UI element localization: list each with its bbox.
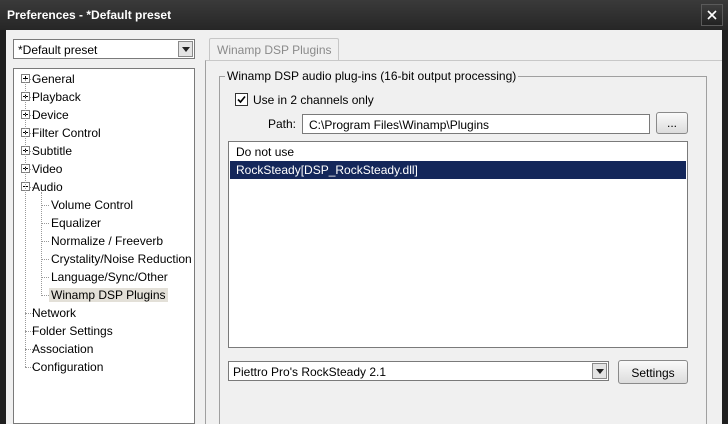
tree-item-label: Equalizer: [51, 216, 102, 230]
tree-connector: [41, 277, 49, 278]
tree-item[interactable]: Configuration: [14, 358, 194, 376]
tree-item-label: Folder Settings: [32, 324, 113, 338]
tree-item[interactable]: Playback: [14, 88, 194, 106]
settings-tree[interactable]: General Playback Device Filter Control Subti…: [13, 68, 195, 424]
settings-button-label: Settings: [631, 366, 675, 380]
title-bar: Preferences - *Default preset: [0, 0, 728, 30]
tree-item[interactable]: General: [14, 70, 194, 88]
tree-item-label: Device: [32, 108, 69, 122]
tree-item[interactable]: Association: [14, 340, 194, 358]
use-2-channels-label: Use in 2 channels only: [253, 93, 374, 107]
tree-item-label: Normalize / Freeverb: [51, 234, 164, 248]
window-title: Preferences - *Default preset: [7, 8, 172, 22]
path-field[interactable]: C:\Program Files\Winamp\Plugins: [302, 114, 650, 134]
tab-winamp-dsp-plugins[interactable]: Winamp DSP Plugins: [209, 38, 339, 60]
tree-guide-line: [41, 192, 42, 296]
tree-guide-line: [25, 79, 26, 367]
module-dropdown[interactable]: Piettro Pro's RockSteady 2.1: [228, 361, 609, 381]
tree-item-label: Filter Control: [32, 126, 101, 140]
module-dropdown-value: Piettro Pro's RockSteady 2.1: [233, 365, 387, 379]
tree-connector: [41, 259, 49, 260]
tree-item[interactable]: Filter Control: [14, 124, 194, 142]
tree-item-label: Video: [32, 162, 63, 176]
tree-item[interactable]: Subtitle: [14, 142, 194, 160]
preset-dropdown-value: *Default preset: [18, 43, 98, 57]
tree-item-label: Volume Control: [51, 198, 134, 212]
tree-item[interactable]: Folder Settings: [14, 322, 194, 340]
plugin-list-item[interactable]: Do not use: [230, 143, 686, 161]
tree-connector: [41, 223, 49, 224]
group-title: Winamp DSP audio plug-ins (16-bit output…: [225, 69, 519, 83]
plugin-list-item-label: RockSteady[DSP_RockSteady.dll]: [236, 163, 418, 177]
tree-item[interactable]: Device: [14, 106, 194, 124]
tree-item-label: Language/Sync/Other: [51, 270, 168, 284]
browse-button-label: ...: [666, 116, 677, 130]
tree-item[interactable]: Network: [14, 304, 194, 322]
tree-item-label: General: [32, 72, 75, 86]
tree-item[interactable]: Video: [14, 160, 194, 178]
tree-item-label: Network: [32, 306, 77, 320]
preferences-window: Preferences - *Default preset *Default p…: [0, 0, 728, 424]
dialog-body: *Default preset General Playback Device Fil…: [6, 30, 722, 424]
plugin-list-item-label: Do not use: [236, 145, 295, 159]
tree-item-label: Association: [32, 342, 94, 356]
settings-button[interactable]: Settings: [618, 360, 688, 384]
tree-connector: [41, 241, 49, 242]
tree-connector: [41, 205, 49, 206]
use-2-channels-checkbox[interactable]: [235, 93, 248, 106]
plugin-list[interactable]: Do not use RockSteady[DSP_RockSteady.dll]: [228, 141, 688, 348]
tree-item-label: Playback: [32, 90, 81, 104]
path-field-value: C:\Program Files\Winamp\Plugins: [309, 118, 490, 132]
module-dropdown-button[interactable]: [592, 363, 607, 379]
tree-item-label: Audio: [32, 180, 63, 194]
tree-connector: [41, 295, 49, 296]
tree-item-label: Subtitle: [32, 144, 73, 158]
plugin-list-item[interactable]: RockSteady[DSP_RockSteady.dll]: [230, 161, 686, 179]
close-button[interactable]: [701, 4, 723, 26]
preset-dropdown[interactable]: *Default preset: [13, 39, 195, 59]
path-label: Path:: [268, 117, 297, 131]
tree-item-label: Winamp DSP Plugins: [49, 288, 168, 302]
tab-label: Winamp DSP Plugins: [217, 43, 332, 57]
tree-item-label: Crystality/Noise Reduction: [51, 252, 192, 266]
preset-dropdown-button[interactable]: [178, 41, 193, 57]
browse-button[interactable]: ...: [656, 112, 688, 134]
tree-item-label: Configuration: [32, 360, 104, 374]
